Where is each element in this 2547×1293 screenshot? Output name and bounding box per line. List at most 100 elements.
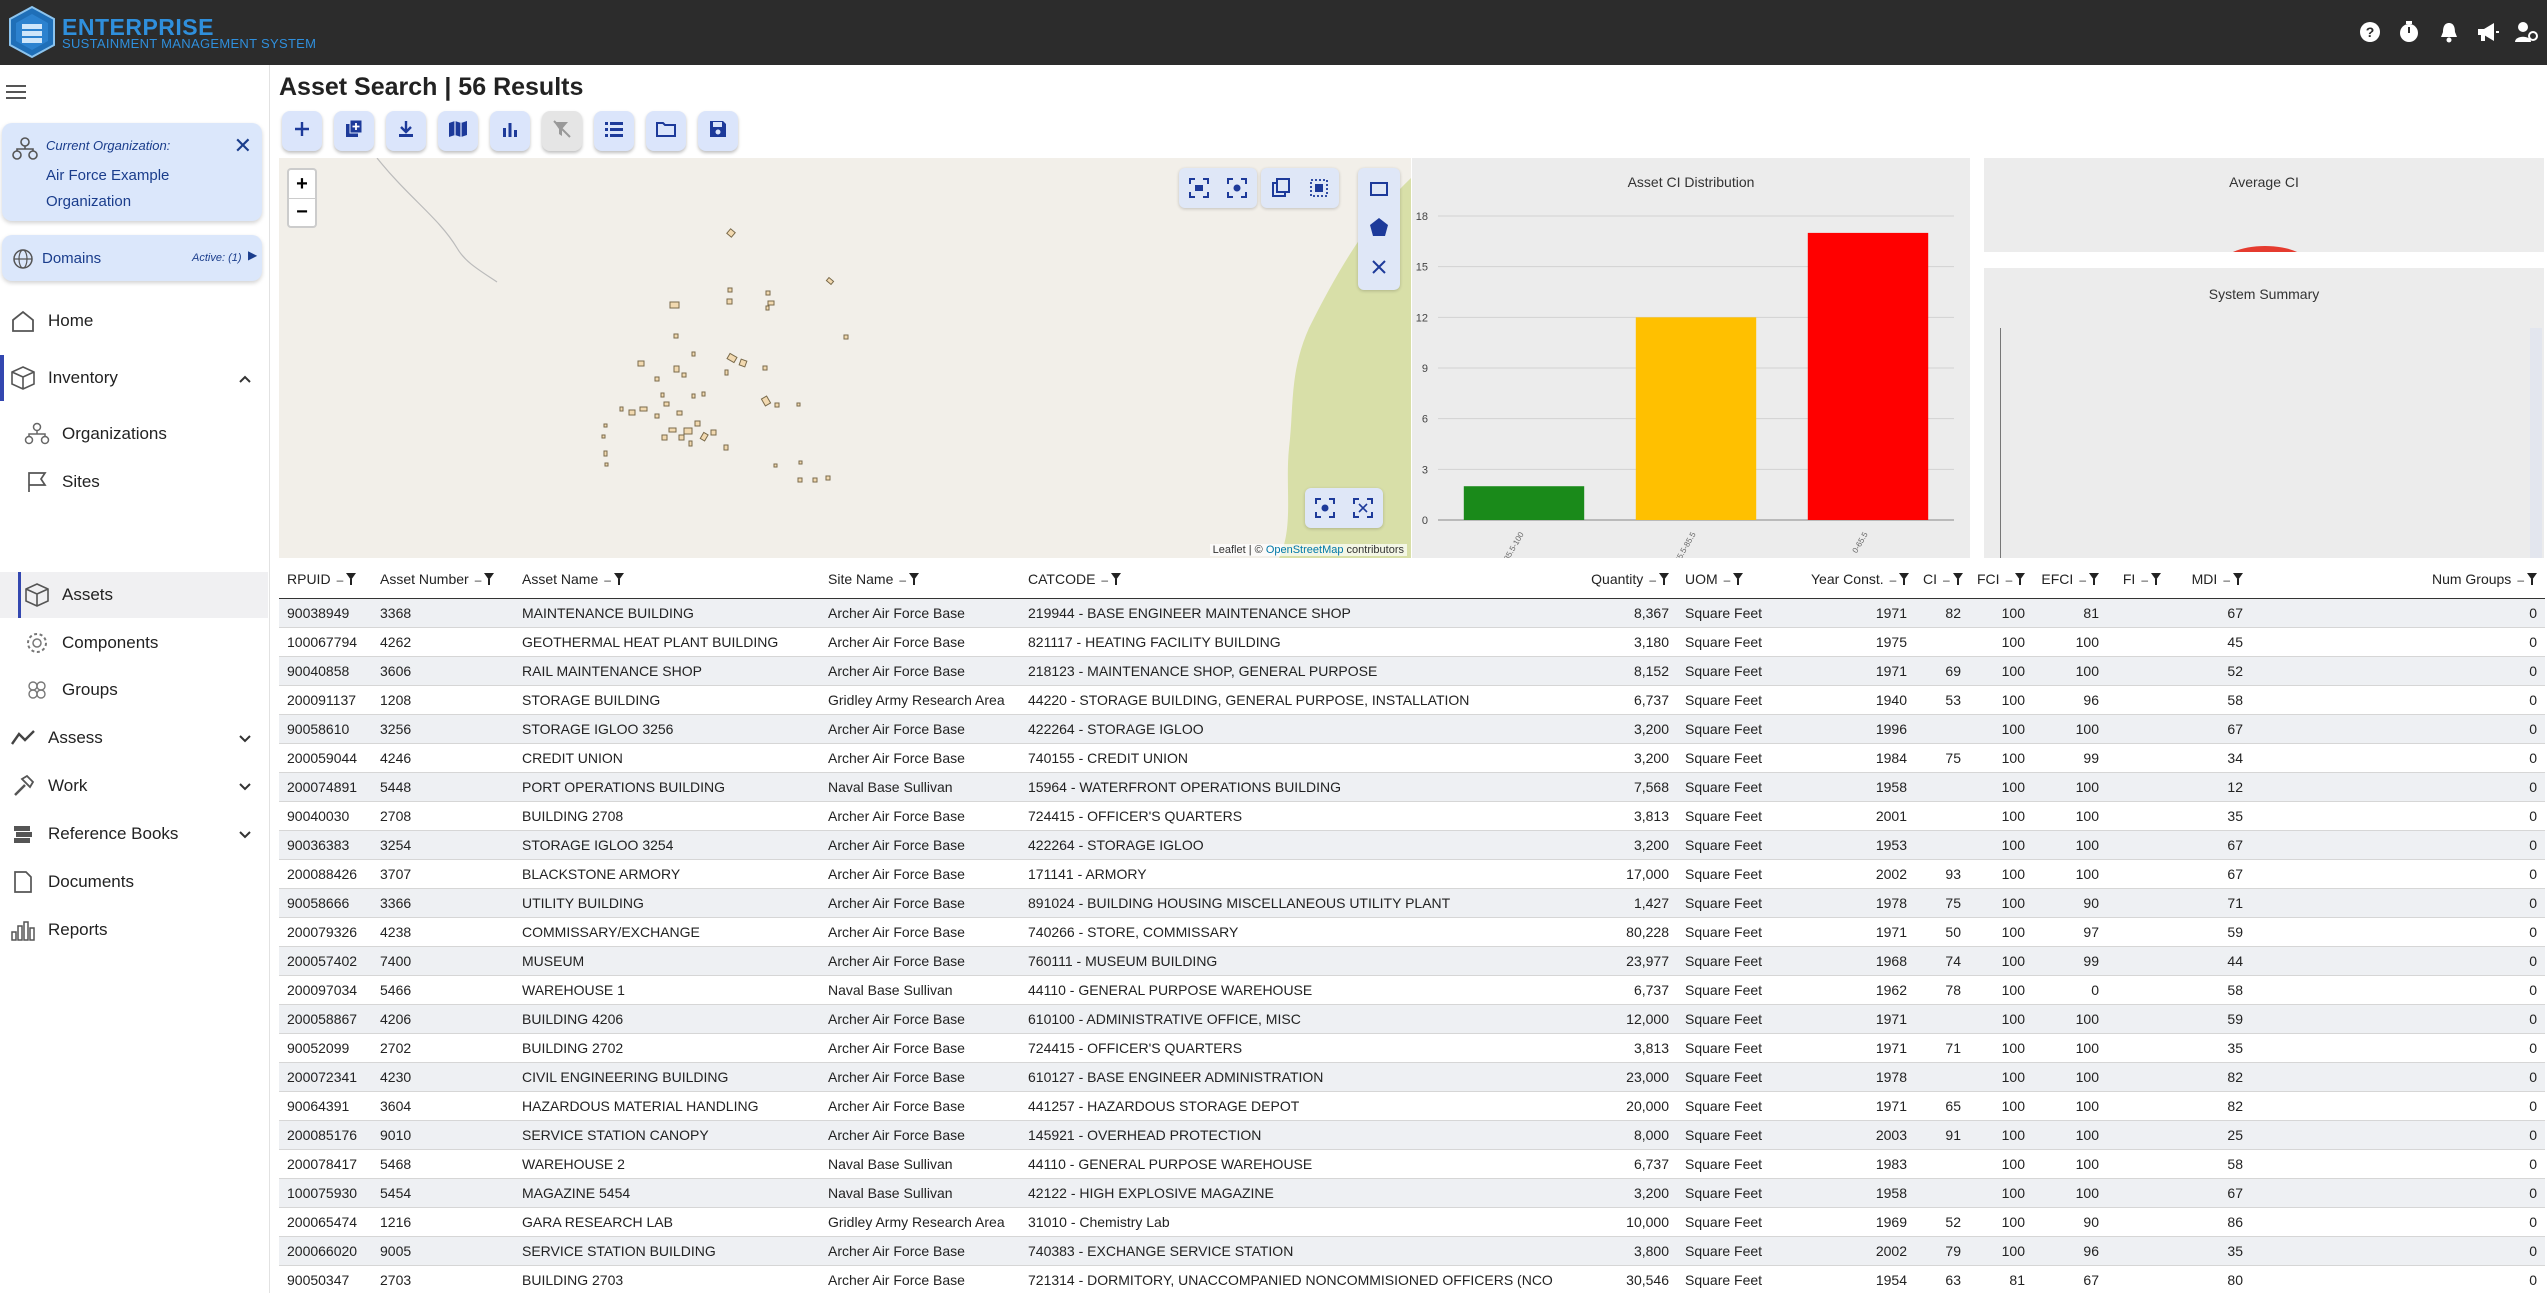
folder-button[interactable] (646, 111, 686, 151)
table-row[interactable]: 90064391 3604 HAZARDOUS MATERIAL HANDLING A… (279, 1091, 2545, 1120)
filter-icon[interactable] (2089, 572, 2099, 585)
filter-icon[interactable] (2015, 572, 2026, 585)
filter-icon[interactable] (346, 572, 357, 585)
filter-icon[interactable] (1899, 572, 1910, 585)
sort-icon[interactable]: – (1724, 573, 1731, 587)
sort-icon[interactable]: – (1890, 573, 1897, 587)
sidebar-item-sites[interactable]: Sites (0, 459, 268, 505)
column-header[interactable]: Site Name – (820, 560, 1020, 598)
column-header[interactable]: Quantity – (1575, 560, 1677, 598)
table-row[interactable]: 90040030 2708 BUILDING 2708 Archer Air Forc… (279, 801, 2545, 830)
column-header[interactable]: RPUID – (279, 560, 372, 598)
zoom-out-button[interactable]: − (289, 198, 315, 226)
table-row[interactable]: 200091137 1208 STORAGE BUILDING Gridley Arm… (279, 685, 2545, 714)
column-header[interactable]: UOM – (1677, 560, 1803, 598)
locate-icon[interactable] (1220, 171, 1254, 205)
bell-icon[interactable] (2435, 18, 2463, 46)
sort-icon[interactable]: – (899, 573, 906, 587)
column-header[interactable]: Asset Name – (514, 560, 820, 598)
sidebar-item-groups[interactable]: Groups (0, 667, 268, 713)
filter-icon[interactable] (2233, 572, 2243, 585)
map-button[interactable] (438, 111, 478, 151)
column-header[interactable]: Asset Number – (372, 560, 514, 598)
filter-icon[interactable] (613, 572, 624, 585)
table-row[interactable]: 90058666 3366 UTILITY BUILDING Archer Air F… (279, 888, 2545, 917)
sort-icon[interactable]: – (337, 573, 344, 587)
sidebar-item-documents[interactable]: Documents (0, 859, 268, 905)
add-button[interactable] (282, 111, 322, 151)
download-button[interactable] (386, 111, 426, 151)
sidebar-item-organizations[interactable]: Organizations (0, 411, 268, 457)
sidebar-item-reference-books[interactable]: Reference Books (0, 811, 268, 857)
table-row[interactable]: 100067794 4262 GEOTHERMAL HEAT PLANT BUILD… (279, 627, 2545, 656)
sidebar-item-inventory[interactable]: Inventory (0, 355, 268, 401)
filter-icon[interactable] (1733, 572, 1744, 585)
column-header[interactable]: CI – (1915, 560, 1969, 598)
sidebar-item-home[interactable]: Home (0, 298, 268, 344)
filter-icon[interactable] (2151, 572, 2161, 585)
sidebar-item-work[interactable]: Work (0, 763, 268, 809)
sort-icon[interactable]: – (475, 573, 482, 587)
recenter-icon[interactable] (1308, 491, 1342, 525)
table-row[interactable]: 100075930 5454 MAGAZINE 5454 Naval Base Sul… (279, 1178, 2545, 1207)
sort-icon[interactable]: – (2141, 573, 2148, 587)
user-settings-icon[interactable] (2512, 18, 2540, 46)
filter-icon[interactable] (1659, 572, 1669, 585)
table-row[interactable]: 200079326 4238 COMMISSARY/EXCHANGE Archer A… (279, 917, 2545, 946)
table-row[interactable]: 90052099 2702 BUILDING 2702 Archer Air Forc… (279, 1033, 2545, 1062)
table-row[interactable]: 200066020 9005 SERVICE STATION BUILDING Arc… (279, 1236, 2545, 1265)
layers-icon[interactable] (1264, 171, 1298, 205)
column-header[interactable]: Num Groups – (2251, 560, 2545, 598)
table-row[interactable]: 90058610 3256 STORAGE IGLOO 3256 Archer Air… (279, 714, 2545, 743)
domains-button[interactable]: Domains Active: (1) ▶ (2, 235, 262, 281)
timer-icon[interactable] (2395, 18, 2423, 46)
fullscreen-icon[interactable] (1346, 491, 1380, 525)
filter-icon[interactable] (484, 572, 495, 585)
column-header[interactable]: MDI – (2169, 560, 2251, 598)
megaphone-icon[interactable] (2474, 18, 2502, 46)
sort-icon[interactable]: – (1943, 573, 1950, 587)
table-row[interactable]: 200057402 7400 MUSEUM Archer Air Force Base… (279, 946, 2545, 975)
table-row[interactable]: 200058867 4206 BUILDING 4206 Archer Air For… (279, 1004, 2545, 1033)
select-area-icon[interactable] (1302, 171, 1336, 205)
sort-icon[interactable]: – (604, 573, 611, 587)
filter-icon[interactable] (1111, 572, 1122, 585)
sidebar-item-assets[interactable]: Assets (0, 572, 268, 618)
sort-icon[interactable]: – (2079, 573, 2086, 587)
asset-map[interactable]: + − Leaflet | © OpenStreetMap contributo… (279, 158, 1411, 558)
sort-icon[interactable]: – (2517, 573, 2524, 587)
table-row[interactable]: 200078417 5468 WAREHOUSE 2 Naval Base Sulli… (279, 1149, 2545, 1178)
table-row[interactable]: 200059044 4246 CREDIT UNION Archer Air Forc… (279, 743, 2545, 772)
column-header[interactable]: FCI – (1969, 560, 2033, 598)
menu-icon[interactable] (6, 85, 26, 99)
clear-filter-button[interactable] (542, 111, 582, 151)
filter-icon[interactable] (909, 572, 920, 585)
close-icon[interactable]: ✕ (234, 135, 252, 157)
save-button[interactable] (698, 111, 738, 151)
table-row[interactable]: 200074891 5448 PORT OPERATIONS BUILDING Nav… (279, 772, 2545, 801)
rectangle-draw-icon[interactable] (1362, 171, 1396, 207)
table-row[interactable]: 200072341 4230 CIVIL ENGINEERING BUILDING A… (279, 1062, 2545, 1091)
table-row[interactable]: 90050347 2703 BUILDING 2703 Archer Air Forc… (279, 1265, 2545, 1293)
zoom-in-button[interactable]: + (289, 170, 315, 198)
fit-bounds-icon[interactable] (1182, 171, 1216, 205)
table-row[interactable]: 90038949 3368 MAINTENANCE BUILDING Archer A… (279, 598, 2545, 627)
sidebar-item-assess[interactable]: Assess (0, 715, 268, 761)
table-row[interactable]: 200088426 3707 BLACKSTONE ARMORY Archer Air… (279, 859, 2545, 888)
close-icon[interactable] (1362, 247, 1396, 287)
list-button[interactable] (594, 111, 634, 151)
table-row[interactable]: 90036383 3254 STORAGE IGLOO 3254 Archer Air… (279, 830, 2545, 859)
chart-button[interactable] (490, 111, 530, 151)
sidebar-item-components[interactable]: Components (0, 620, 268, 666)
copy-add-button[interactable] (334, 111, 374, 151)
table-row[interactable]: 200085176 9010 SERVICE STATION CANOPY Arche… (279, 1120, 2545, 1149)
filter-icon[interactable] (2527, 572, 2537, 585)
table-row[interactable]: 90040858 3606 RAIL MAINTENANCE SHOP Archer … (279, 656, 2545, 685)
column-header[interactable]: EFCI – (2033, 560, 2107, 598)
table-row[interactable]: 200065474 1216 GARA RESEARCH LAB Gridley Ar… (279, 1207, 2545, 1236)
filter-icon[interactable] (1952, 572, 1963, 585)
osm-link[interactable]: OpenStreetMap (1266, 544, 1344, 556)
sort-icon[interactable]: – (2223, 573, 2230, 587)
sort-icon[interactable]: – (2006, 573, 2013, 587)
polygon-draw-icon[interactable] (1362, 207, 1396, 247)
